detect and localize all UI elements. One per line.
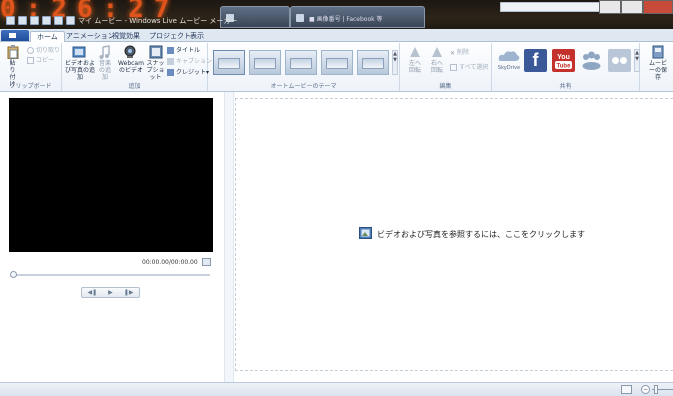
people-icon bbox=[582, 51, 601, 70]
select-all-icon bbox=[450, 64, 457, 71]
share-scroll[interactable]: ▲ ▼ bbox=[634, 49, 640, 72]
clipboard-group-label: クリップボード bbox=[9, 83, 52, 90]
theme-default[interactable] bbox=[213, 50, 245, 75]
status-bar: − bbox=[0, 382, 673, 396]
quick-access-toolbar bbox=[6, 16, 75, 25]
skydrive-share-button[interactable]: SkyDrive bbox=[496, 49, 522, 72]
caption-icon bbox=[167, 58, 174, 65]
theme-pan-zoom[interactable] bbox=[357, 50, 389, 75]
save-movie-button[interactable]: ムービーの保存 bbox=[645, 45, 671, 81]
scissors-icon bbox=[27, 47, 34, 54]
app-menu-icon[interactable] bbox=[6, 16, 15, 25]
close-button[interactable] bbox=[643, 0, 673, 14]
youtube-icon: You Tube bbox=[555, 54, 572, 70]
credits-button[interactable]: クレジット▾ bbox=[167, 68, 209, 77]
save-movie-icon bbox=[652, 45, 664, 59]
edit-group-label: 編集 bbox=[439, 83, 452, 90]
theme-fade[interactable] bbox=[321, 50, 353, 75]
svg-text:Tube: Tube bbox=[557, 64, 572, 70]
photo-add-icon bbox=[359, 227, 372, 239]
snapshot-icon bbox=[149, 45, 162, 59]
previous-frame-icon[interactable]: ◀❚ bbox=[88, 289, 98, 296]
undo-icon[interactable] bbox=[30, 16, 39, 25]
rotate-left-icon bbox=[410, 47, 420, 57]
theme-cinematic[interactable] bbox=[285, 50, 317, 75]
timecode-display: 00:00.00/00:00.00 bbox=[142, 259, 198, 266]
skydrive-icon bbox=[498, 51, 520, 61]
new-project-icon[interactable] bbox=[54, 16, 63, 25]
copy-button[interactable]: コピー bbox=[27, 56, 54, 65]
next-frame-icon[interactable]: ❚▶ bbox=[124, 289, 134, 296]
rotate-right-button[interactable]: 右へ回転 bbox=[428, 45, 446, 74]
ribbon-tab-bar: ホーム アニメーション 視覚効果 プロジェクト 表示 bbox=[0, 29, 673, 42]
flickr-icon bbox=[612, 57, 627, 64]
tab-favicon-icon bbox=[296, 14, 304, 22]
cut-button[interactable]: 切り取り bbox=[27, 46, 60, 55]
pane-splitter[interactable] bbox=[224, 92, 234, 385]
storyboard-hint[interactable]: ビデオおよび写真を参照するには、ここをクリックします bbox=[377, 229, 585, 240]
clipboard-group: 貼り付け 切り取り コピー クリップボード bbox=[0, 43, 62, 91]
background-tab-active[interactable]: ■ 画像番号 | Facebook 等 bbox=[290, 6, 425, 28]
customize-qat-icon[interactable] bbox=[66, 16, 75, 25]
themes-scroll[interactable]: ▲ ▼ bbox=[392, 50, 398, 75]
caption-button[interactable]: キャプション bbox=[167, 57, 212, 66]
theme-contemporary[interactable] bbox=[249, 50, 281, 75]
svg-text:You: You bbox=[557, 54, 570, 61]
redo-icon[interactable] bbox=[42, 16, 51, 25]
thumbnail-size-icon[interactable] bbox=[621, 385, 632, 394]
window-title: マイ ムービー - Windows Live ムービー メーカー bbox=[78, 17, 238, 25]
seek-thumb[interactable] bbox=[10, 271, 17, 278]
webcam-icon bbox=[124, 45, 136, 58]
group-share-button[interactable] bbox=[580, 49, 603, 72]
share-group: SkyDrive f You Tube ▲ ▼ 共有 bbox=[492, 43, 640, 91]
flickr-share-button[interactable] bbox=[608, 49, 631, 72]
add-video-photo-button[interactable]: ビデオおよび写真の追加 bbox=[64, 45, 95, 81]
youtube-share-button[interactable]: You Tube bbox=[552, 49, 575, 72]
maximize-button[interactable] bbox=[621, 0, 643, 14]
snapshot-button[interactable]: スナップショット bbox=[145, 45, 166, 81]
automovie-themes-group: ▲ ▼ オートムービーのテーマ bbox=[208, 43, 400, 91]
select-all-button[interactable]: すべて選択 bbox=[450, 63, 488, 72]
save-icon[interactable] bbox=[18, 16, 27, 25]
ribbon: 貼り付け 切り取り コピー クリップボード ビデオおよび写真の追加 音楽の追加 … bbox=[0, 42, 673, 92]
title-button[interactable]: タイトル bbox=[167, 46, 200, 55]
credits-icon bbox=[167, 69, 174, 76]
save-movie-group: ムービーの保存 bbox=[641, 43, 673, 91]
share-group-label: 共有 bbox=[559, 83, 572, 90]
video-preview[interactable] bbox=[9, 98, 213, 252]
facebook-icon: f bbox=[532, 50, 539, 70]
title-bar: 0:26:27 ■ 画像番号 | Facebook 等 マイ ムービー - Wi… bbox=[0, 0, 673, 29]
edit-group: 左へ回転 右へ回転 ✕ 削除 すべて選択 編集 bbox=[400, 43, 492, 91]
rotate-right-icon bbox=[432, 47, 442, 57]
tab-view[interactable]: 表示 bbox=[184, 31, 210, 42]
automovie-group-label: オートムービーのテーマ bbox=[270, 83, 337, 90]
delete-button[interactable]: ✕ 削除 bbox=[450, 48, 469, 57]
facebook-share-button[interactable]: f bbox=[524, 49, 547, 72]
split-view-button[interactable] bbox=[202, 258, 211, 266]
copy-icon bbox=[27, 57, 34, 64]
add-group: ビデオおよび写真の追加 音楽の追加 Webcam のビデオ スナップショット タ… bbox=[62, 43, 212, 91]
background-address-bar bbox=[500, 2, 610, 12]
add-group-label: 追加 bbox=[128, 83, 141, 90]
seek-bar[interactable] bbox=[10, 274, 210, 276]
title-icon bbox=[167, 47, 174, 54]
background-tab-label: ■ 画像番号 | Facebook 等 bbox=[309, 16, 383, 23]
webcam-video-button[interactable]: Webcam のビデオ bbox=[117, 45, 144, 74]
film-photo-icon bbox=[72, 46, 86, 58]
tab-visual-effects[interactable]: 視覚効果 bbox=[106, 31, 146, 42]
minimize-button[interactable] bbox=[599, 0, 621, 14]
paste-icon bbox=[7, 45, 19, 59]
play-icon[interactable]: ▶ bbox=[108, 289, 113, 296]
zoom-out-icon[interactable]: − bbox=[641, 385, 650, 394]
window-controls bbox=[599, 0, 673, 14]
delete-x-icon: ✕ bbox=[450, 50, 456, 57]
zoom-slider-thumb[interactable] bbox=[654, 385, 658, 394]
add-music-button[interactable]: 音楽の追加 bbox=[97, 45, 113, 81]
music-note-icon bbox=[99, 45, 110, 59]
rotate-left-button[interactable]: 左へ回転 bbox=[406, 45, 424, 74]
playback-controls: ◀❚ ▶ ❚▶ bbox=[81, 287, 140, 298]
file-menu-button[interactable] bbox=[1, 30, 29, 41]
